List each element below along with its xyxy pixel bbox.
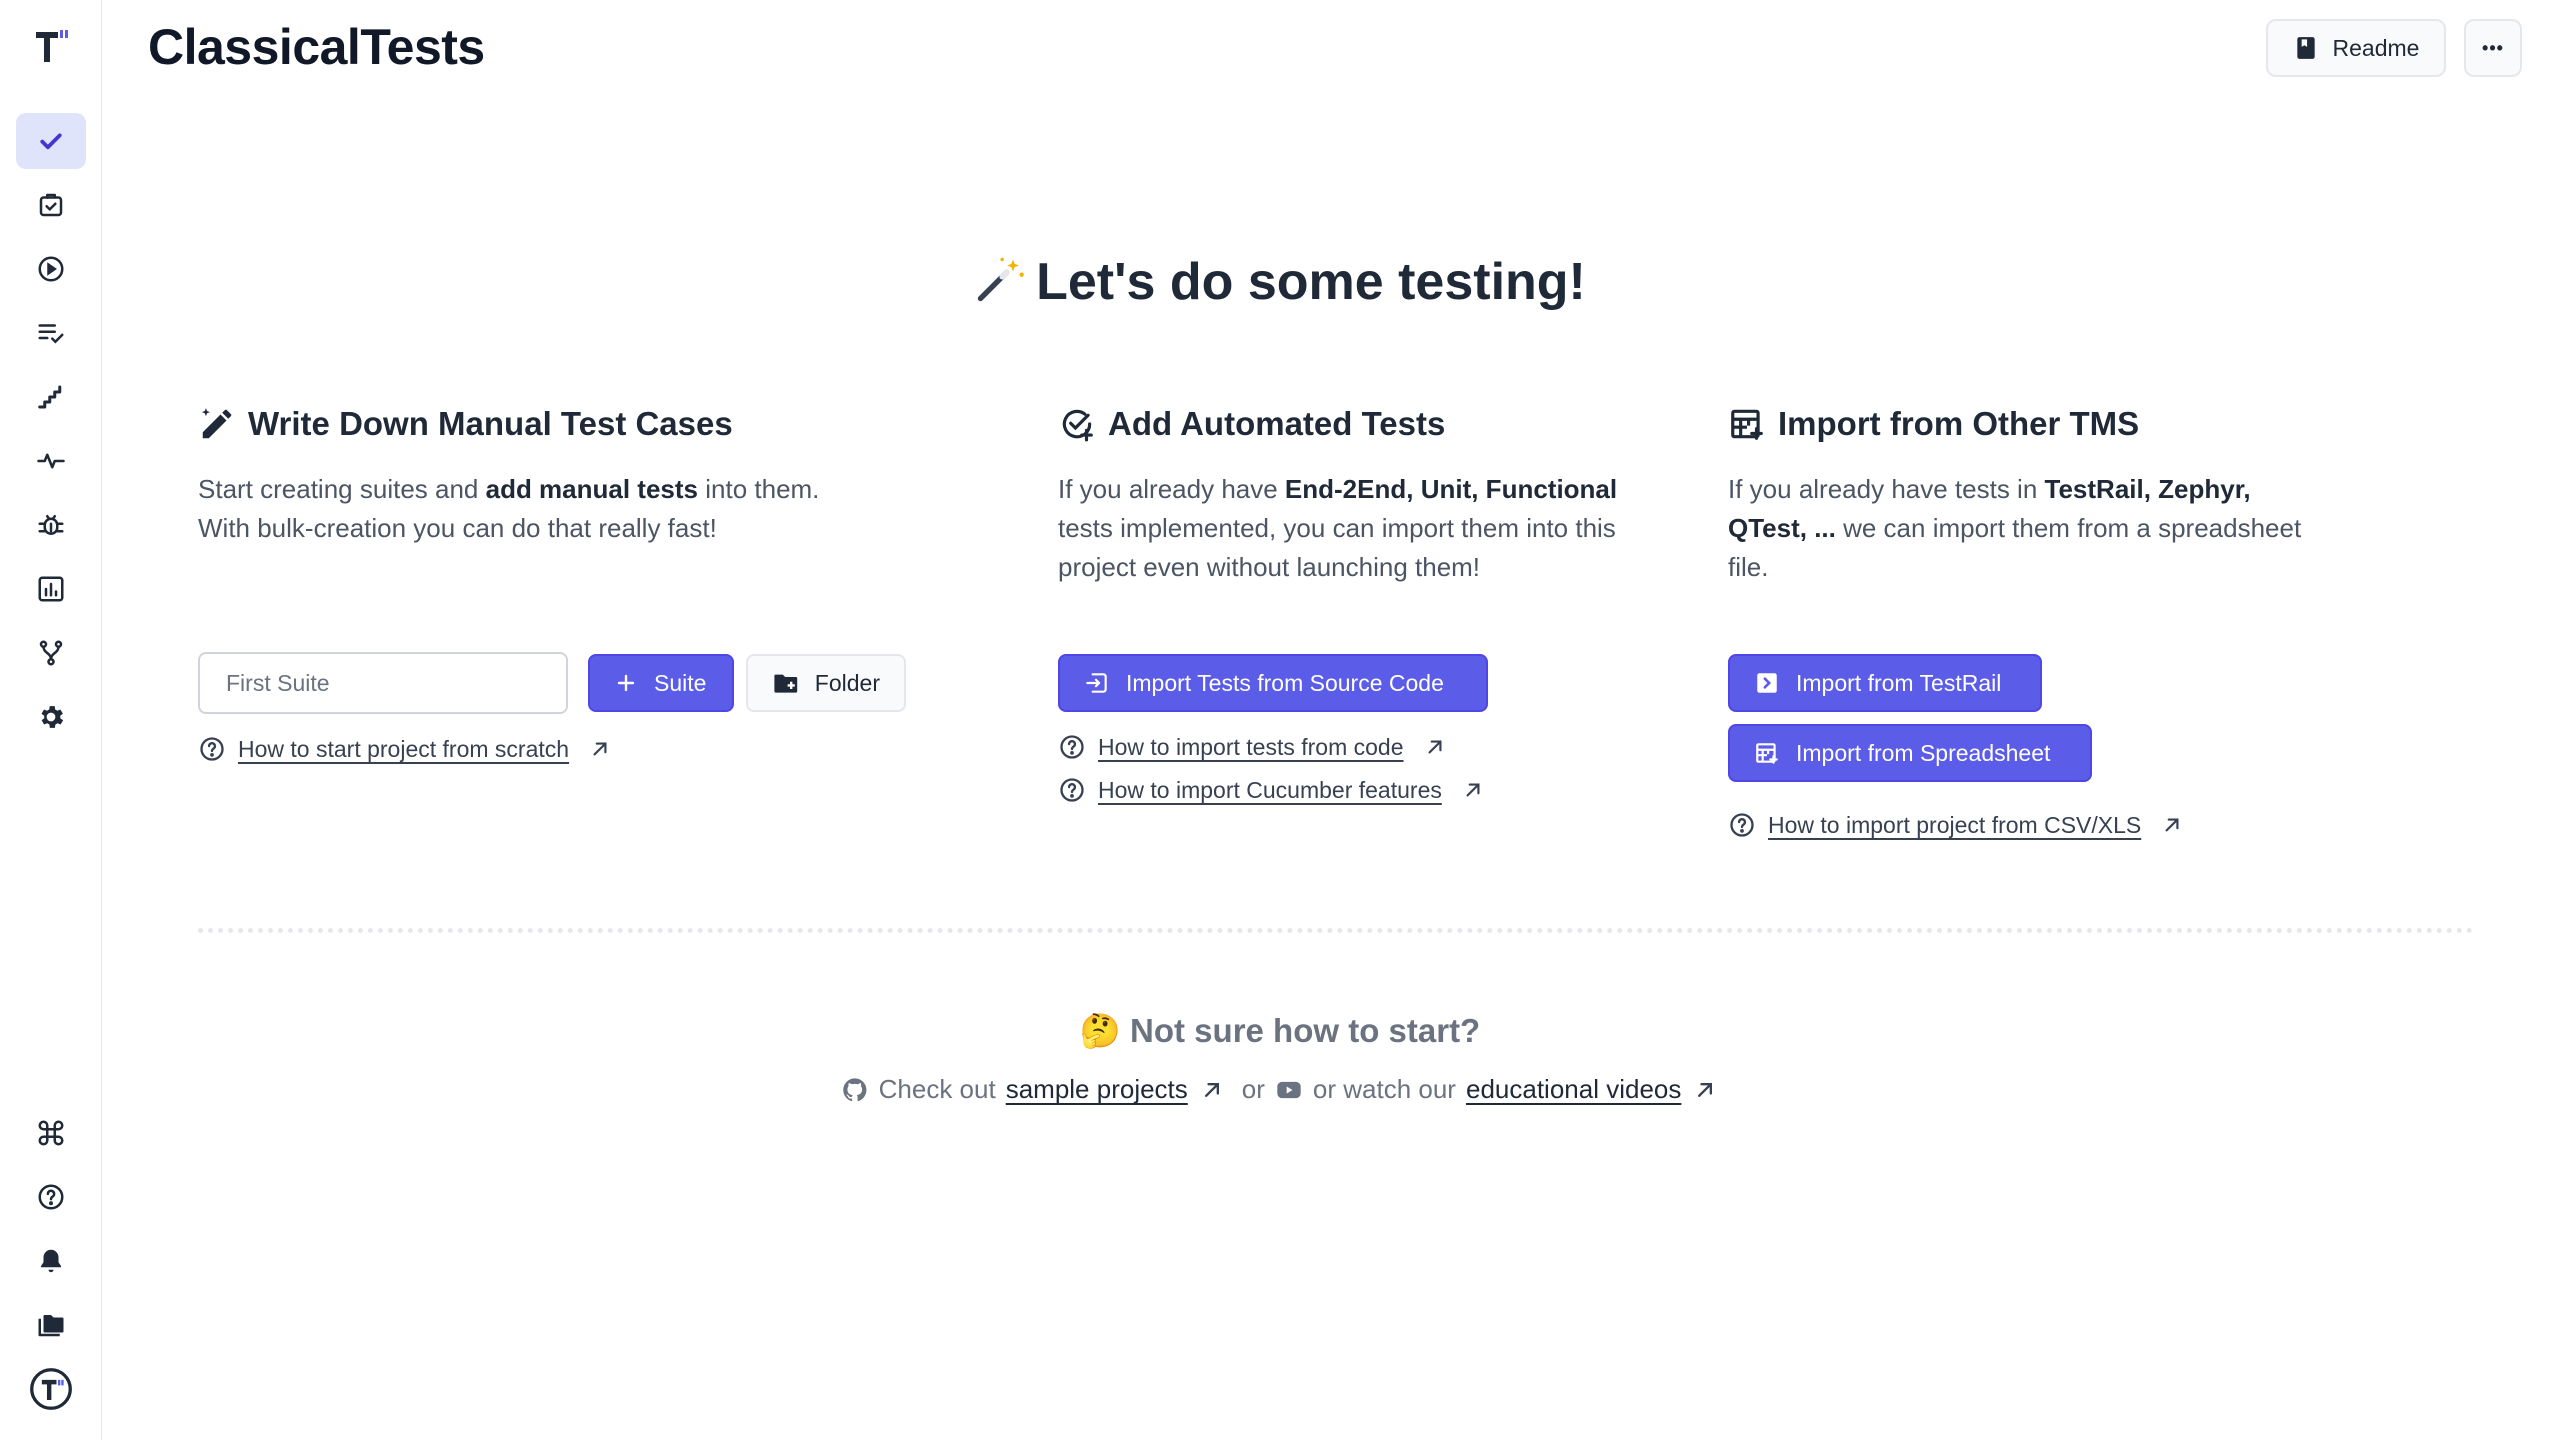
hero-heading: Let's do some testing! (0, 252, 2560, 312)
avatar-logo-icon (30, 1368, 72, 1410)
page-title: ClassicalTests (148, 19, 485, 75)
suite-name-input[interactable]: First Suite (198, 652, 568, 714)
sidebar-item-help[interactable] (16, 1169, 86, 1225)
gear-icon (41, 706, 64, 728)
manual-title: Write Down Manual Test Cases (248, 405, 733, 442)
folder-plus-icon (774, 674, 798, 693)
sidebar-item-checklist[interactable] (16, 305, 86, 361)
youtube-icon (1277, 1081, 1301, 1098)
git-branch-icon (39, 640, 63, 666)
clipboard-check-icon (39, 193, 63, 217)
sidebar-item-defects[interactable] (16, 497, 86, 553)
readme-button[interactable]: Readme (2266, 19, 2446, 77)
add-suite-button[interactable]: Suite (588, 654, 734, 712)
bell-icon (41, 1249, 61, 1273)
automated-description: If you already have End-2End, Unit, Func… (1058, 474, 1618, 582)
folders-icon (38, 1315, 64, 1337)
sample-projects-link[interactable]: sample projects (1006, 1074, 1188, 1105)
section-divider (198, 928, 2474, 933)
stairs-icon (38, 385, 62, 409)
external-arrow-icon (1698, 1082, 1713, 1097)
readme-label: Readme (2332, 34, 2420, 61)
sidebar-item-projects[interactable] (16, 1297, 86, 1353)
import-source-code-button[interactable]: Import Tests from Source Code (1058, 654, 1488, 712)
magic-wand-icon (977, 257, 1024, 302)
question-icon (200, 737, 224, 761)
import-testrail-button[interactable]: Import from TestRail (1728, 654, 2042, 712)
sidebar-item-branches[interactable] (16, 625, 86, 681)
help-link-scratch[interactable]: How to start project from scratch (198, 735, 613, 763)
github-icon (842, 1077, 867, 1101)
more-icon: ••• (2482, 37, 2504, 58)
help-link-csv[interactable]: How to import project from CSV/XLS (1728, 811, 2185, 839)
book-icon (2296, 37, 2315, 59)
question-icon (1730, 813, 1754, 837)
sidebar-item-profile[interactable] (16, 1361, 86, 1417)
automated-title: Add Automated Tests (1108, 405, 1446, 442)
external-arrow-icon (593, 742, 607, 756)
sidebar (0, 0, 102, 1440)
help-link-cucumber[interactable]: How to import Cucumber features (1058, 776, 1486, 804)
import-spreadsheet-button[interactable]: Import from Spreadsheet (1728, 724, 2092, 782)
plus-icon (617, 674, 635, 692)
bar-chart-icon (38, 576, 64, 602)
not-sure-heading: 🤔 Not sure how to start? (1079, 1012, 1481, 1049)
getting-started-links: Check out sample projects or or watch ou… (0, 1074, 2560, 1105)
import-icon (1086, 673, 1107, 693)
list-check-icon (38, 324, 64, 344)
sidebar-item-plans[interactable] (16, 177, 86, 233)
pulse-icon (37, 453, 65, 469)
educational-videos-link[interactable]: educational videos (1466, 1074, 1681, 1105)
check-badge-icon (1062, 409, 1093, 442)
sidebar-item-pulse[interactable] (16, 433, 86, 489)
command-icon (38, 1120, 64, 1146)
manual-section: Write Down Manual Test Cases Start creat… (198, 400, 918, 548)
external-arrow-icon (1428, 740, 1441, 754)
bug-icon (38, 515, 64, 535)
sidebar-item-tests[interactable] (16, 113, 86, 169)
check-icon (40, 133, 62, 150)
automated-section: Add Automated Tests If you already have … (1058, 400, 1658, 587)
external-arrow-icon (2165, 818, 2179, 832)
testomatio-logo[interactable] (32, 26, 72, 66)
import-tms-description: If you already have tests in TestRail, Z… (1728, 474, 2302, 582)
pencil-sparkle-icon (201, 408, 232, 439)
hero-title: Let's do some testing! (1036, 253, 1586, 311)
question-icon (1060, 778, 1084, 802)
manual-description: Start creating suites and add manual tes… (198, 474, 820, 543)
import-tms-title: Import from Other TMS (1778, 405, 2140, 442)
sidebar-item-notifications[interactable] (16, 1233, 86, 1289)
question-icon (38, 1184, 64, 1210)
sidebar-item-commands[interactable] (16, 1105, 86, 1161)
import-tms-section: Import from Other TMS If you already hav… (1728, 400, 2328, 587)
external-arrow-icon (1466, 783, 1480, 797)
sidebar-item-settings[interactable] (16, 689, 86, 745)
testrail-icon (1757, 673, 1777, 693)
external-arrow-icon (1204, 1082, 1219, 1097)
more-options-button[interactable]: ••• (2464, 19, 2522, 77)
sidebar-item-analytics[interactable] (16, 561, 86, 617)
table-plus-icon (1731, 409, 1763, 440)
spreadsheet-icon (1756, 743, 1778, 764)
sidebar-item-steps[interactable] (16, 369, 86, 425)
add-folder-button[interactable]: Folder (746, 654, 906, 712)
question-icon (1060, 735, 1084, 759)
help-link-import-code[interactable]: How to import tests from code (1058, 733, 1448, 761)
